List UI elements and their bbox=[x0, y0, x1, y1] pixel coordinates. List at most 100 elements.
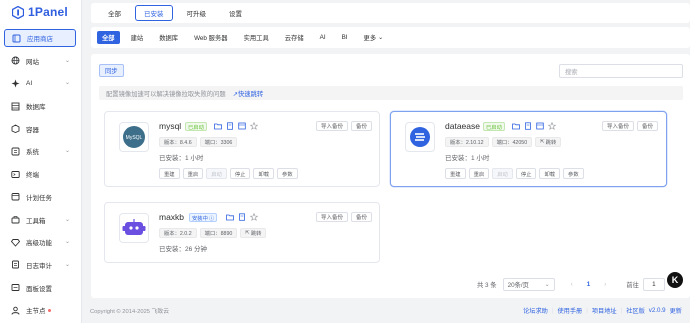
backup-button[interactable]: 备份 bbox=[351, 212, 373, 222]
params-button[interactable]: 参数 bbox=[277, 168, 298, 179]
tab-upgradable[interactable]: 可升级 bbox=[178, 5, 216, 21]
app-icon-row bbox=[512, 122, 556, 130]
sidebar-item-label: AI bbox=[26, 79, 33, 87]
status-badge: 已启动 bbox=[483, 122, 505, 131]
floating-assistant-button[interactable]: K bbox=[667, 272, 683, 288]
import-backup-button[interactable]: 导入备份 bbox=[316, 121, 349, 131]
restart-button[interactable]: 重启 bbox=[182, 168, 204, 179]
goto-page-input[interactable]: 1 bbox=[642, 278, 665, 291]
page-size-select[interactable]: 20条/页 ⌄ bbox=[502, 278, 555, 291]
start-button[interactable]: 启动 bbox=[492, 168, 513, 179]
sidebar-item-label: 网站 bbox=[26, 58, 39, 66]
file-icon[interactable] bbox=[238, 213, 246, 221]
backup-button[interactable]: 备份 bbox=[351, 121, 373, 131]
folder-icon[interactable] bbox=[226, 213, 234, 221]
category-utilities[interactable]: 实用工具 bbox=[239, 31, 274, 44]
tab-installed[interactable]: 已安装 bbox=[135, 5, 173, 21]
footer-link-manual[interactable]: 使用手册 bbox=[557, 306, 582, 315]
jump-icon: ⇱ bbox=[245, 230, 250, 236]
status-badge: 安装中 ⓘ bbox=[189, 213, 218, 222]
database-icon bbox=[11, 102, 20, 111]
category-cloud-storage[interactable]: 云存储 bbox=[280, 31, 309, 44]
footer-link-project[interactable]: 项目地址 bbox=[592, 306, 617, 315]
card-header-buttons: 导入备份 备份 bbox=[602, 121, 659, 131]
sidebar-item-ai[interactable]: AI ⌄ bbox=[4, 74, 76, 92]
start-button[interactable]: 启动 bbox=[206, 168, 227, 179]
sidebar-item-app-store[interactable]: 应用商店 bbox=[4, 29, 76, 47]
uninstall-button[interactable]: 卸载 bbox=[253, 168, 275, 179]
terminal-icon[interactable] bbox=[536, 122, 544, 130]
1panel-logo-icon bbox=[12, 5, 24, 19]
category-ai[interactable]: AI bbox=[315, 31, 331, 44]
sidebar-item-system[interactable]: 系统 ⌄ bbox=[4, 142, 76, 160]
params-button[interactable]: 参数 bbox=[563, 168, 584, 179]
footer-link-forum[interactable]: 论坛求助 bbox=[523, 306, 548, 315]
backup-button[interactable]: 备份 bbox=[637, 121, 659, 131]
search-input[interactable]: 搜索 bbox=[559, 64, 683, 78]
sidebar-item-label: 计划任务 bbox=[26, 194, 52, 202]
category-website[interactable]: 建站 bbox=[126, 31, 149, 44]
terminal-icon[interactable] bbox=[238, 122, 246, 130]
quick-jump-link[interactable]: ↗快速跳转 bbox=[233, 89, 263, 98]
sidebar-item-panel-settings[interactable]: 面板设置 bbox=[4, 279, 76, 297]
sidebar-item-website[interactable]: 网站 ⌄ bbox=[4, 52, 76, 70]
sidebar-item-label: 容器 bbox=[26, 126, 39, 134]
category-web-server[interactable]: Web 服务器 bbox=[189, 31, 232, 44]
next-page-icon[interactable]: › bbox=[604, 281, 606, 288]
sidebar-item-cron[interactable]: 计划任务 bbox=[4, 188, 76, 206]
folder-icon[interactable] bbox=[512, 122, 520, 130]
globe-icon bbox=[11, 56, 20, 65]
category-bi[interactable]: BI bbox=[337, 31, 353, 44]
uninstall-button[interactable]: 卸载 bbox=[539, 168, 561, 179]
star-icon[interactable] bbox=[548, 122, 556, 130]
brand-logo[interactable]: 1Panel bbox=[0, 0, 81, 24]
sidebar-item-advanced[interactable]: 高级功能 ⌄ bbox=[4, 233, 76, 251]
import-backup-button[interactable]: 导入备份 bbox=[602, 121, 635, 131]
jump-button[interactable]: ⇱ 跳转 bbox=[535, 137, 562, 147]
app-card-maxkb[interactable]: maxkb 安装中 ⓘ 导入备份 备份 版本：2.0.2 端口：8890 ⇱ 跳转 … bbox=[104, 202, 380, 263]
clock-icon bbox=[11, 192, 20, 201]
folder-icon[interactable] bbox=[214, 122, 222, 130]
sidebar-item-master-node[interactable]: 主节点 bbox=[4, 301, 76, 319]
category-all[interactable]: 全部 bbox=[97, 31, 120, 44]
star-icon[interactable] bbox=[250, 122, 258, 130]
app-card-mysql[interactable]: MySQL mysql 已启动 导入备份 备份 版本：8.4.6 端口：3306… bbox=[104, 111, 380, 187]
file-icon[interactable] bbox=[524, 122, 532, 130]
tab-settings[interactable]: 设置 bbox=[220, 5, 251, 21]
sidebar-item-toolbox[interactable]: 工具箱 ⌄ bbox=[4, 211, 76, 229]
app-icon-row bbox=[226, 213, 258, 221]
chevron-down-icon: ⌄ bbox=[64, 261, 70, 268]
update-link[interactable]: 更新 bbox=[670, 306, 682, 315]
current-page[interactable]: 1 bbox=[587, 281, 591, 288]
app-card-dataease[interactable]: dataease 已启动 导入备份 备份 版本：2.10.12 端口：42050… bbox=[390, 111, 667, 187]
main-panel: 同步 搜索 配置镜像加速可以解决镜像拉取失败的问题 ↗快速跳转 MySQL my… bbox=[91, 54, 690, 298]
chevron-down-icon: ⌄ bbox=[378, 35, 384, 41]
sidebar-item-database[interactable]: 数据库 bbox=[4, 97, 76, 115]
copyright: Copyright © 2014-2025 飞致云 bbox=[90, 309, 170, 315]
sidebar-item-container[interactable]: 容器 bbox=[4, 120, 76, 138]
star-icon[interactable] bbox=[250, 213, 258, 221]
sidebar-item-log-audit[interactable]: 日志审计 ⌄ bbox=[4, 256, 76, 274]
sidebar-item-label: 面板设置 bbox=[26, 285, 52, 293]
sidebar-item-label: 终端 bbox=[26, 172, 39, 180]
chevron-down-icon: ⌄ bbox=[64, 239, 70, 246]
prev-page-icon[interactable]: ‹ bbox=[571, 281, 573, 288]
file-icon[interactable] bbox=[226, 122, 234, 130]
tab-all[interactable]: 全部 bbox=[99, 5, 130, 21]
footer-link-edition[interactable]: 社区版 bbox=[626, 306, 645, 315]
sync-button[interactable]: 同步 bbox=[99, 64, 124, 77]
rebuild-button[interactable]: 重建 bbox=[445, 168, 466, 179]
jump-button[interactable]: ⇱ 跳转 bbox=[240, 228, 267, 238]
stop-button[interactable]: 停止 bbox=[229, 168, 251, 179]
dataease-logo bbox=[405, 122, 435, 152]
footer-links: 论坛求助 | 使用手册 | 项目地址 | 社区版 v2.0.9 更新 bbox=[523, 306, 682, 315]
category-database[interactable]: 数据库 bbox=[154, 31, 183, 44]
category-more[interactable]: 更多 ⌄ bbox=[359, 31, 389, 44]
import-backup-button[interactable]: 导入备份 bbox=[316, 212, 349, 222]
stop-button[interactable]: 停止 bbox=[515, 168, 537, 179]
app-tags: 版本：8.4.6 端口：3306 bbox=[159, 137, 238, 147]
sidebar-item-terminal[interactable]: 终端 bbox=[4, 165, 76, 183]
rebuild-button[interactable]: 重建 bbox=[159, 168, 180, 179]
restart-button[interactable]: 重启 bbox=[468, 168, 490, 179]
app-actions: 重建 重启 启动 停止 卸载 参数 bbox=[159, 168, 298, 179]
